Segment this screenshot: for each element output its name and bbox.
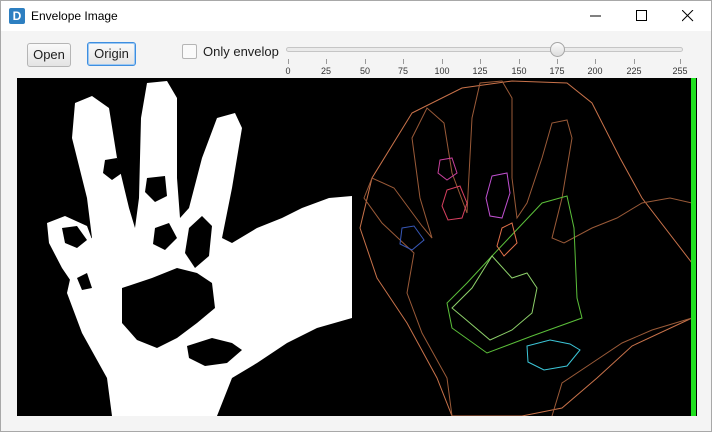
maximize-icon <box>636 10 647 21</box>
threshold-slider-thumb[interactable] <box>550 42 565 57</box>
slider-tick-label: 150 <box>511 66 527 76</box>
window-title: Envelope Image <box>31 9 118 23</box>
origin-button[interactable]: Origin <box>87 42 136 66</box>
slider-tick-label: 75 <box>397 66 408 76</box>
slider-tick-mark <box>288 59 289 64</box>
toolbar: Open Origin Only envelop 0 25 50 75 100 125 15… <box>1 31 711 76</box>
slider-tick-label: 225 <box>626 66 642 76</box>
slider-tick-label: 25 <box>320 66 331 76</box>
slider-tick-label: 175 <box>549 66 565 76</box>
slider-tick-mark <box>442 59 443 64</box>
minimize-icon <box>590 15 601 17</box>
close-icon <box>682 10 694 22</box>
slider-tick-label: 200 <box>587 66 603 76</box>
close-button[interactable] <box>665 1 711 31</box>
slider-tick-label: 50 <box>359 66 370 76</box>
slider-tick-mark <box>403 59 404 64</box>
slider-tick-mark <box>634 59 635 64</box>
envelope-contour-image <box>352 78 697 417</box>
maximize-button[interactable] <box>619 1 665 31</box>
threshold-slider-track[interactable] <box>286 47 683 52</box>
slider-tick-label: 125 <box>472 66 488 76</box>
open-button[interactable]: Open <box>27 43 71 67</box>
only-envelop-checkbox[interactable] <box>182 44 197 59</box>
slider-tick-mark <box>557 59 558 64</box>
slider-tick-mark <box>595 59 596 64</box>
slider-tick-mark <box>365 59 366 64</box>
app-window: D Envelope Image Open Origin Only envelo… <box>0 0 712 432</box>
only-envelop-label: Only envelop <box>203 44 279 59</box>
binary-image-panel <box>17 78 352 416</box>
slider-tick-mark <box>519 59 520 64</box>
slider-tick-label: 100 <box>434 66 450 76</box>
slider-tick-label: 255 <box>672 66 688 76</box>
slider-tick-mark <box>680 59 681 64</box>
slider-tick-label: 0 <box>285 66 291 76</box>
binary-hand-image <box>17 78 352 416</box>
slider-tick-mark <box>480 59 481 64</box>
title-bar: D Envelope Image <box>1 1 711 31</box>
envelope-image-panel <box>352 78 697 417</box>
minimize-button[interactable] <box>573 1 619 31</box>
right-edge-bar <box>691 78 696 416</box>
app-icon: D <box>9 8 25 24</box>
slider-tick-mark <box>326 59 327 64</box>
